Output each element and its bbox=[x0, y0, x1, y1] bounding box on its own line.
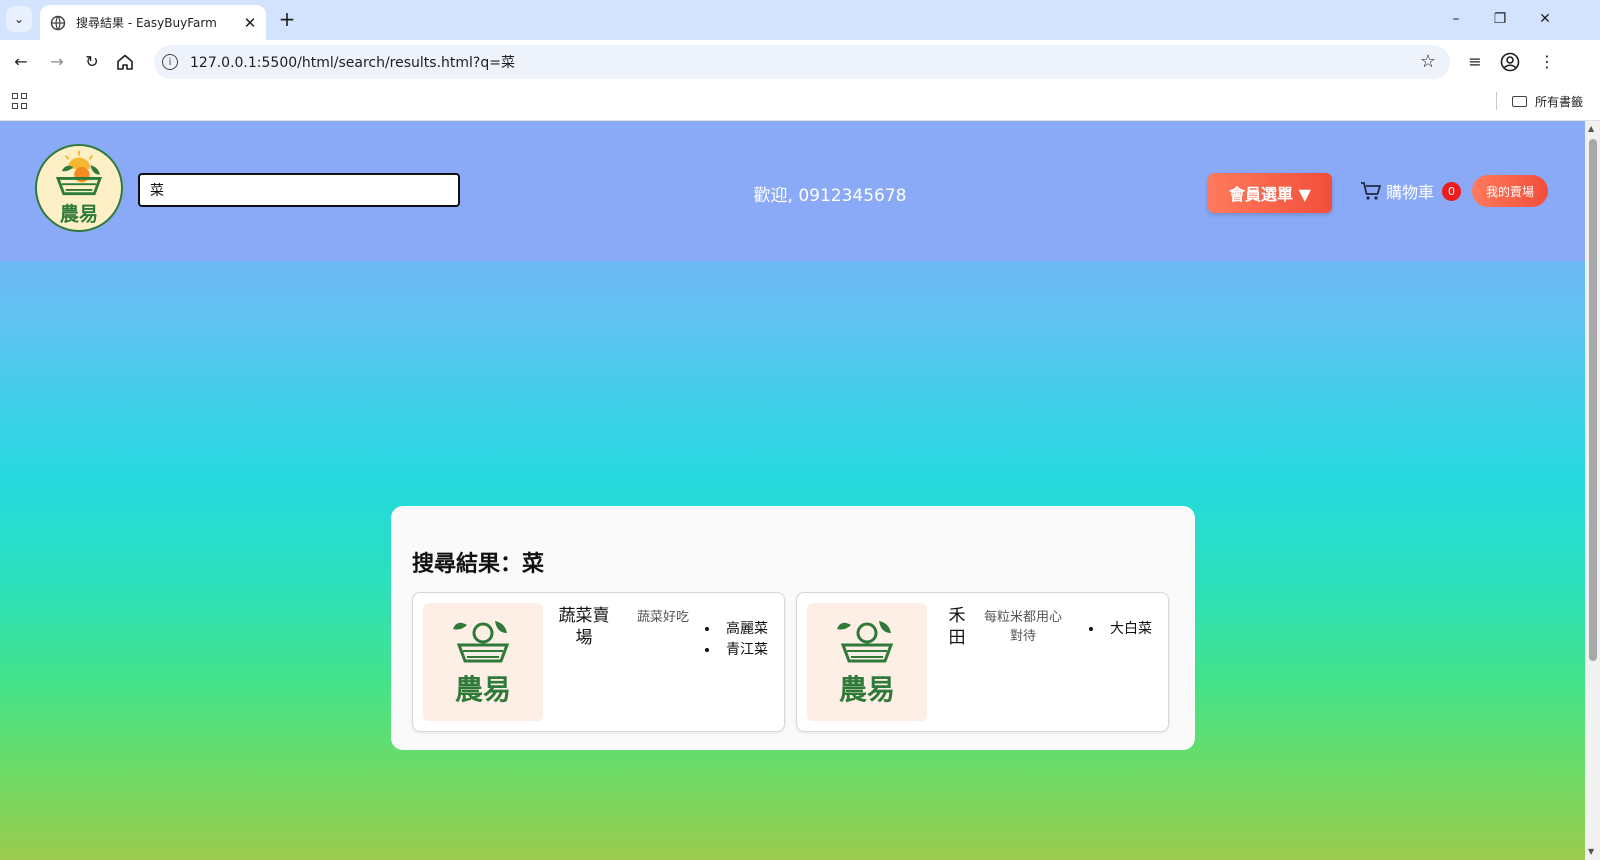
shop-card[interactable]: 農易 蔬菜賣場 蔬菜好吃 高麗菜 青江菜 bbox=[412, 592, 785, 732]
globe-icon bbox=[50, 15, 66, 30]
window-close-icon[interactable]: ✕ bbox=[1531, 8, 1559, 30]
site-header: 農易 歡迎, 0912345678 會員選單 ▼ 購物車 0 我的賣場 bbox=[0, 121, 1585, 261]
media-icon[interactable]: ≡ bbox=[1463, 50, 1487, 74]
scroll-down-icon[interactable]: ▼ bbox=[1588, 847, 1594, 856]
browser-tab-bar: ⌄ 搜尋結果 - EasyBuyFarm ✕ + – ❐ ✕ bbox=[0, 0, 1600, 40]
more-icon[interactable]: ⋮ bbox=[1535, 50, 1559, 74]
folder-icon bbox=[1512, 96, 1527, 107]
welcome-text: 歡迎, 0912345678 bbox=[753, 186, 907, 206]
scroll-up-icon[interactable]: ▲ bbox=[1588, 124, 1594, 133]
profile-icon[interactable] bbox=[1500, 52, 1520, 72]
cart-link[interactable]: 購物車 0 bbox=[1360, 179, 1462, 203]
page-viewport: 農易 歡迎, 0912345678 會員選單 ▼ 購物車 0 我的賣場 搜尋結果… bbox=[0, 121, 1585, 860]
shop-thumbnail: 農易 bbox=[423, 603, 543, 721]
thumbnail-logo-text: 農易 bbox=[455, 673, 511, 706]
product-item[interactable]: 大白菜 bbox=[1104, 619, 1158, 639]
shop-description: 每粒米都用心對待 bbox=[983, 610, 1062, 644]
logo-text: 農易 bbox=[60, 202, 98, 225]
product-list: 高麗菜 青江菜 bbox=[700, 619, 774, 661]
cart-count-badge: 0 bbox=[1442, 181, 1462, 201]
info-icon[interactable]: i bbox=[162, 54, 178, 70]
shop-card[interactable]: 農易 禾田 每粒米都用心對待 大白菜 bbox=[796, 592, 1169, 732]
shop-name[interactable]: 禾田 bbox=[941, 605, 973, 649]
home-icon[interactable] bbox=[116, 53, 134, 71]
restore-icon[interactable]: ❐ bbox=[1486, 8, 1514, 30]
browser-tab[interactable]: 搜尋結果 - EasyBuyFarm ✕ bbox=[40, 5, 266, 40]
reload-icon[interactable]: ↻ bbox=[80, 50, 104, 74]
address-bar[interactable]: i 127.0.0.1:5500/html/search/results.htm… bbox=[154, 45, 1450, 79]
results-title: 搜尋結果：菜 bbox=[412, 552, 545, 577]
bookmarks-separator bbox=[1496, 92, 1497, 110]
plus-icon[interactable]: + bbox=[276, 8, 298, 30]
back-icon[interactable]: ← bbox=[9, 50, 33, 74]
cart-icon bbox=[1361, 182, 1381, 200]
tab-search-icon[interactable]: ⌄ bbox=[6, 6, 32, 32]
shop-description: 蔬菜好吃 bbox=[636, 610, 689, 625]
product-list: 大白菜 bbox=[1084, 619, 1158, 640]
browser-toolbar: ← → ↻ i 127.0.0.1:5500/html/search/resul… bbox=[0, 40, 1600, 84]
member-menu-button[interactable]: 會員選單 ▼ bbox=[1208, 173, 1332, 213]
all-bookmarks-folder[interactable]: 所有書籤 bbox=[1512, 93, 1583, 110]
page-scrollbar[interactable]: ▲ ▼ bbox=[1585, 121, 1600, 860]
search-input[interactable] bbox=[138, 173, 460, 207]
product-item[interactable]: 高麗菜 bbox=[720, 619, 774, 639]
forward-icon[interactable]: → bbox=[45, 50, 69, 74]
apps-icon[interactable] bbox=[12, 93, 28, 109]
bookmarks-bar: 所有書籤 bbox=[0, 84, 1600, 121]
star-icon[interactable]: ☆ bbox=[1420, 51, 1436, 72]
thumbnail-logo-text: 農易 bbox=[839, 673, 895, 706]
tab-title: 搜尋結果 - EasyBuyFarm bbox=[76, 16, 217, 30]
shop-thumbnail: 農易 bbox=[807, 603, 927, 721]
cart-label: 購物車 bbox=[1386, 183, 1435, 202]
bookmarks-folder-label: 所有書籤 bbox=[1535, 95, 1584, 109]
shop-name[interactable]: 蔬菜賣場 bbox=[553, 605, 615, 649]
product-item[interactable]: 青江菜 bbox=[720, 640, 774, 660]
search-results-panel: 搜尋結果：菜 農易 蔬菜賣場 蔬菜好吃 高麗菜 青江菜 bbox=[391, 506, 1195, 750]
url-text[interactable]: 127.0.0.1:5500/html/search/results.html?… bbox=[190, 52, 515, 72]
my-shop-button[interactable]: 我的賣場 bbox=[1472, 175, 1548, 207]
minimize-icon[interactable]: – bbox=[1442, 8, 1470, 30]
site-logo[interactable]: 農易 bbox=[35, 144, 123, 232]
close-icon[interactable]: ✕ bbox=[240, 14, 260, 32]
scroll-thumb[interactable] bbox=[1589, 139, 1597, 661]
